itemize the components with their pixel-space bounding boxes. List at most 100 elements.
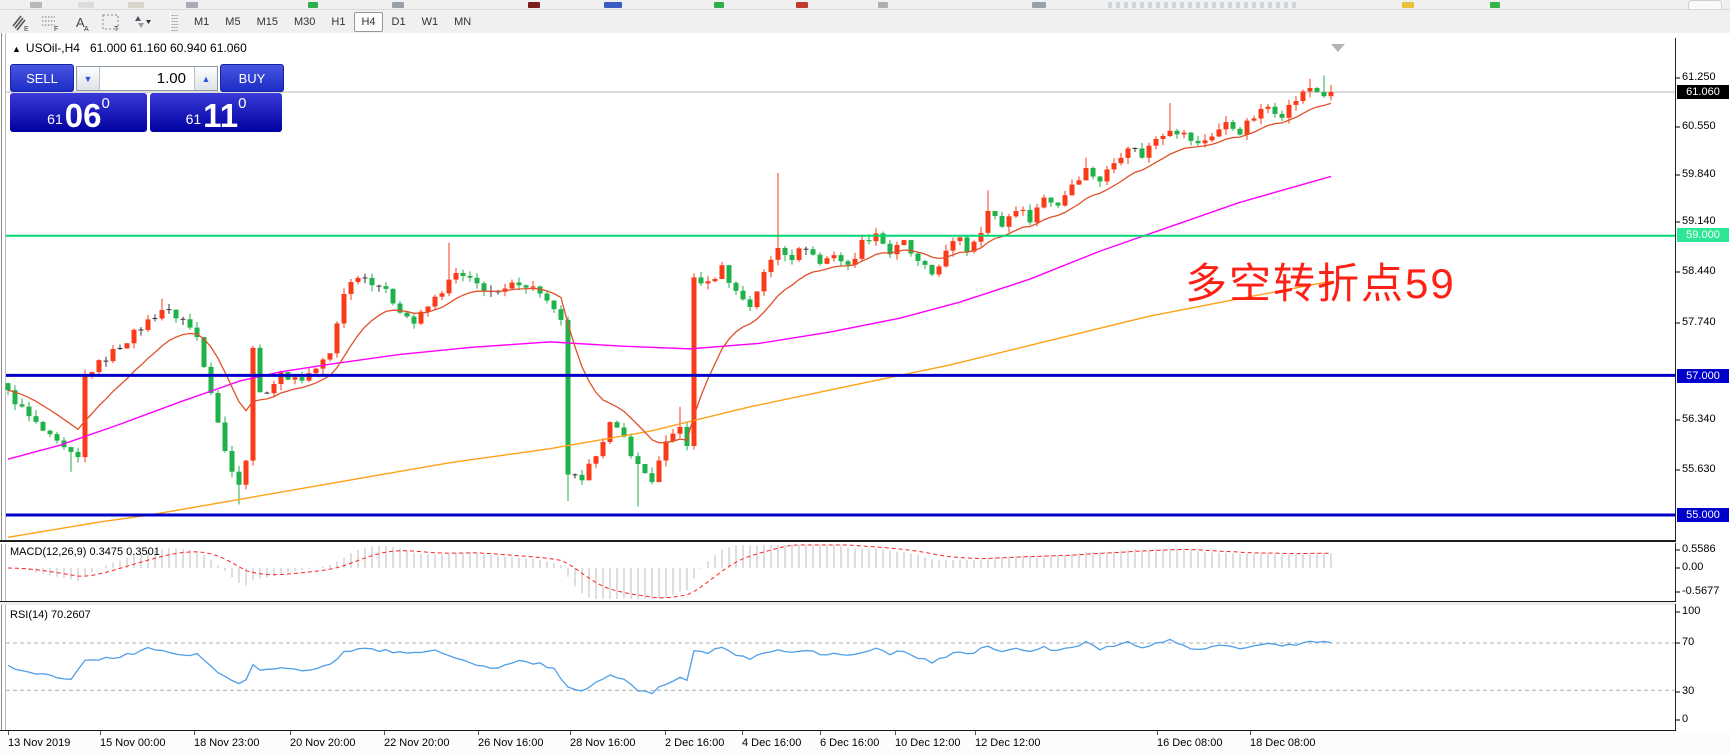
time-tick (1157, 731, 1158, 735)
price-badge: 59.000 (1677, 228, 1729, 242)
arrange-tool-button[interactable] (128, 12, 154, 32)
svg-text:F: F (54, 26, 58, 32)
time-tick (194, 731, 195, 735)
timeframe-toolbar: M1 M5 M15 M30 H1 H4 D1 W1 MN (186, 11, 479, 32)
symbol-name: USOil-,H4 (25, 41, 80, 55)
sell-price-box[interactable]: 61 06 0 (10, 93, 147, 132)
toolbar-button-partial[interactable] (1032, 2, 1046, 8)
axis-tick-label: 0 (1682, 713, 1689, 725)
svg-text:A: A (84, 26, 89, 32)
letter-tool-button[interactable]: AA (68, 12, 94, 32)
axis-tick-label: 60.550 (1682, 120, 1716, 132)
timeframe-button-M1[interactable]: M1 (187, 12, 216, 32)
toolbar-button-partial[interactable] (30, 2, 42, 8)
axis-tick-label: 57.740 (1682, 316, 1716, 328)
time-tick (742, 731, 743, 735)
timeframe-button-MN[interactable]: MN (447, 12, 478, 32)
toolbar-corner-tab[interactable] (1688, 0, 1722, 9)
volume-stepper: ▼ ▲ (76, 66, 218, 91)
axis-tick-label: 30 (1682, 685, 1695, 697)
symbol-ohlc-line: ▲ USOil-,H4 61.000 61.160 60.940 61.060 (12, 41, 247, 55)
buy-price-sup: 0 (238, 95, 247, 112)
timeframe-button-M15[interactable]: M15 (250, 12, 285, 32)
rsi-chart-canvas[interactable] (0, 604, 1730, 730)
toolbar-button-partial[interactable] (1402, 2, 1414, 8)
toolbar-button-partial[interactable] (1108, 2, 1298, 8)
sell-button[interactable]: SELL (10, 64, 74, 92)
toolbar-button-partial[interactable] (878, 2, 888, 8)
textbox-tool-button[interactable]: T (98, 12, 124, 32)
toolbar-button-partial[interactable] (604, 2, 622, 8)
time-tick (8, 731, 9, 735)
toolbar-button-partial[interactable] (528, 2, 540, 8)
time-tick (1250, 731, 1251, 735)
toolbar-button-partial[interactable] (186, 2, 198, 8)
axis-tick-label: 70 (1682, 636, 1695, 648)
timeframe-button-H1[interactable]: H1 (324, 12, 352, 32)
crayon-tool-button[interactable]: E (8, 12, 34, 32)
toolbar-button-partial[interactable] (78, 2, 94, 8)
price-badge: 57.000 (1677, 369, 1729, 383)
timeframe-button-M5[interactable]: M5 (218, 12, 247, 32)
toolbar-button-partial[interactable] (1490, 2, 1500, 8)
axis-tick-label: 0.00 (1682, 561, 1704, 573)
grid-tool-button[interactable]: F (38, 12, 64, 32)
time-axis-label: 13 Nov 2019 (8, 737, 71, 749)
collapse-triangle-icon[interactable]: ▲ (12, 44, 21, 54)
buy-button[interactable]: BUY (220, 64, 284, 92)
letter-icon: AA (76, 15, 89, 32)
buy-price-small: 61 (185, 111, 202, 127)
ohlc-values: 61.000 61.160 60.940 61.060 (89, 41, 247, 55)
time-axis-label: 22 Nov 20:00 (384, 737, 450, 749)
buy-price-box[interactable]: 61 11 0 (150, 93, 282, 132)
axis-tick-label: 55.630 (1682, 463, 1716, 475)
axis-tick-label: -0.5677 (1682, 585, 1720, 597)
time-axis-label: 12 Dec 12:00 (975, 737, 1041, 749)
rsi-indicator-label: RSI(14) 70.2607 (10, 609, 91, 621)
price-badge: 61.060 (1677, 85, 1729, 99)
timeframe-button-W1[interactable]: W1 (415, 12, 446, 32)
timeframe-button-H4[interactable]: H4 (354, 11, 383, 32)
svg-text:E: E (24, 26, 29, 32)
arrange-icon (135, 15, 151, 28)
axis-tick-label: 58.440 (1682, 265, 1716, 277)
volume-decrease-button[interactable]: ▼ (77, 67, 100, 90)
mt4-window: E F AA T M1 M5 M15 M30 H1 H4 D1 W1 MN ▲ USOil-,H4 61.… (0, 0, 1730, 755)
grid-icon: F (42, 16, 58, 32)
toolbar-button-partial[interactable] (308, 2, 318, 8)
chevron-up-icon: ▲ (201, 73, 211, 84)
toolbar-button-partial[interactable] (392, 2, 404, 8)
time-axis-label: 6 Dec 16:00 (820, 737, 880, 749)
time-tick (570, 731, 571, 735)
sell-price-sup: 0 (101, 95, 110, 112)
time-axis-label: 18 Dec 08:00 (1250, 737, 1316, 749)
toolbar-button-partial[interactable] (796, 2, 808, 8)
time-axis-label: 15 Nov 00:00 (100, 737, 166, 749)
price-badge: 55.000 (1677, 508, 1729, 522)
time-tick (820, 731, 821, 735)
toolbar-button-partial[interactable] (714, 2, 724, 8)
volume-input[interactable] (100, 67, 194, 90)
sell-price-big: 06 (64, 96, 102, 134)
buy-price-big: 11 (203, 96, 239, 134)
time-axis-label: 20 Nov 20:00 (290, 737, 356, 749)
time-tick (895, 731, 896, 735)
time-tick (290, 731, 291, 735)
axis-tick-label: 56.340 (1682, 413, 1716, 425)
timeframe-button-D1[interactable]: D1 (385, 12, 413, 32)
toolbar-grip[interactable] (170, 12, 178, 31)
textbox-icon: T (102, 14, 119, 32)
axis-tick-label: 59.140 (1682, 215, 1716, 227)
macd-chart-canvas[interactable] (0, 543, 1730, 601)
timeframe-button-M30[interactable]: M30 (287, 12, 322, 32)
time-axis-label: 18 Nov 23:00 (194, 737, 260, 749)
time-tick (100, 731, 101, 735)
time-axis-label: 4 Dec 16:00 (742, 737, 802, 749)
crayon-icon: E (12, 15, 29, 32)
time-tick (384, 731, 385, 735)
toolbar-top-row (0, 0, 1730, 10)
svg-text:T: T (114, 26, 119, 32)
volume-increase-button[interactable]: ▲ (194, 67, 217, 90)
toolbar-button-partial[interactable] (128, 2, 144, 8)
chart-annotation-text: 多空转折点59 (1185, 260, 1456, 307)
